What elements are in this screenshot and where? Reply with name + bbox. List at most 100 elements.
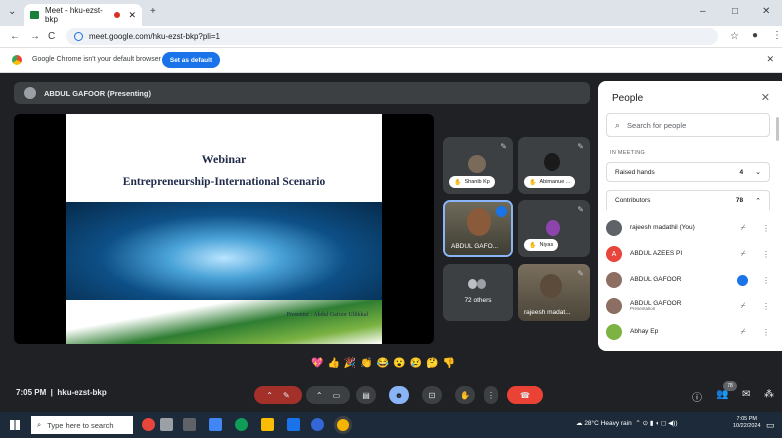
file-explorer-icon[interactable] [261,418,274,431]
reaction-emoji-6[interactable]: 😢 [410,358,422,372]
close-window-icon[interactable]: ✕ [762,6,770,17]
presenting-label: ABDUL GAFOOR (Presenting) [44,88,151,98]
tab-meet[interactable]: Meet - hku-ezst-bkp ✕ [24,4,142,26]
windows-taskbar: ⌕ Type here to search ☁ 28°C Heavy rain … [0,412,782,438]
participant-row[interactable]: A ABDUL AZEES PI ⌿ ⋮ [606,242,770,266]
present-button[interactable]: ⊡ [422,386,442,404]
bookmark-star-icon[interactable]: ☆ [730,31,739,42]
infobar-close-icon[interactable]: ✕ [766,54,774,65]
others-tile[interactable]: 72 others [443,264,513,321]
participant-row[interactable]: ABDUL GAFOOR Presentation ⌿ ⋮ [606,294,770,318]
participant-tile[interactable]: ✎ ✋ Niyas [518,200,590,257]
avatar: A [606,246,622,262]
more-options-icon[interactable]: ⋮ [762,250,770,259]
forward-icon[interactable]: → [30,31,40,42]
close-panel-icon[interactable]: ✕ [761,91,770,104]
raised-hands-group[interactable]: Raised hands 4 ⌄ [606,162,770,182]
reaction-emoji-5[interactable]: 😮 [393,358,405,372]
reaction-emoji-2[interactable]: 🎉 [344,358,356,372]
search-placeholder: Search for people [627,120,687,130]
slide: Webinar Entrepreneurship-International S… [66,114,382,344]
tab-title: Meet - hku-ezst-bkp [45,6,103,24]
reaction-emoji-3[interactable]: 👏 [360,358,372,372]
chevron-up-icon: ⌃ [266,390,273,400]
app-icon[interactable] [311,418,324,431]
presentation-stage[interactable]: Webinar Entrepreneurship-International S… [14,114,434,344]
participant-name: ABDUL AZEES PI [630,250,683,258]
mail-icon[interactable] [287,418,300,431]
more-options-icon: ⋮ [487,390,495,400]
participant-row[interactable]: rajeesh madathil (You) ⌿ ⋮ [606,216,770,240]
notifications-icon[interactable]: ▭ [766,420,775,431]
chevron-down-icon: ⌄ [755,169,761,176]
participant-row[interactable]: ABDUL GAFOOR ⋮ [606,268,770,292]
reaction-emoji-8[interactable]: 👎 [443,358,455,372]
address-bar-row: ← → C meet.google.com/hku-ezst-bkp?pli=1… [0,26,782,48]
app-icon[interactable] [209,418,222,431]
avatar [540,274,562,298]
participant-tile[interactable]: ✎ ✋ Abimanue ... [518,137,590,194]
mic-toggle-button[interactable]: ⌃ ✎ [254,386,302,404]
info-icon[interactable]: ⓘ [692,389,702,404]
avatar [606,220,622,236]
taskbar-search-input[interactable]: ⌕ Type here to search [31,416,133,434]
more-options-button[interactable]: ⋮ [484,386,498,404]
meet-favicon-icon [30,11,39,19]
participant-tile[interactable]: ✎ ✋ Shanib Kp [443,137,513,194]
avatar [468,155,486,173]
more-options-icon[interactable]: ⋮ [762,276,770,285]
speaking-indicator-icon [737,274,748,286]
set-as-default-button[interactable]: Set as default [162,52,220,68]
chat-icon[interactable]: ✉ [742,389,750,400]
profile-icon[interactable]: ● [752,30,758,41]
emoji-button[interactable]: ☻ [389,386,409,404]
minimize-icon[interactable]: – [700,6,706,17]
edge-icon[interactable] [235,418,248,431]
reload-icon[interactable]: C [48,31,55,42]
windows-start-icon[interactable] [10,420,20,430]
task-view-icon[interactable] [183,418,196,431]
weather[interactable]: ☁ 28°C Heavy rain ⌃ ⊙ ▮ ◖ ◻ ◀)) [576,419,677,427]
name-pill: ✋ Niyas [524,239,559,251]
app-icon[interactable] [160,418,173,431]
slide-subtitle: Entrepreneurship-International Scenario [122,176,326,188]
meeting-time-code: 7:05 PM | hku-ezst-bkp [16,388,107,397]
raised-hand-icon: ✋ [529,179,537,186]
participant-tile-active[interactable]: ABDUL GAFO... [443,200,513,257]
slide-presenter: Presenter : Abdul Gafoor Ullikkal [286,312,368,318]
close-tab-icon[interactable]: ✕ [128,10,136,21]
participant-name: ABDUL GAFOOR Presentation [630,300,736,312]
people-icon[interactable]: 👥 [716,389,728,400]
more-options-icon[interactable]: ⋮ [762,224,770,233]
url-input[interactable]: meet.google.com/hku-ezst-bkp?pli=1 [66,28,718,45]
recording-dot-icon [114,12,121,18]
more-options-icon[interactable]: ⋮ [762,302,770,311]
app-icon[interactable] [142,418,155,431]
leave-call-button[interactable]: ☎ [507,386,543,404]
more-options-icon[interactable]: ⋮ [762,328,770,337]
people-search-input[interactable]: ⌕ Search for people [606,113,770,137]
participant-row[interactable]: Abhay Ep ⌿ ⋮ [606,320,770,344]
reaction-emoji-4[interactable]: 😂 [377,358,389,372]
contributors-group[interactable]: Contributors 78 ⌃ [606,190,770,210]
activities-icon[interactable]: ⁂ [764,389,774,400]
new-tab-icon[interactable]: + [150,6,156,17]
back-icon[interactable]: ← [10,31,20,42]
reaction-emoji-0[interactable]: 💖 [311,358,323,372]
menu-icon[interactable]: ⋮ [772,30,782,41]
scrollbar[interactable] [776,117,779,141]
name-pill: ✋ Abimanue ... [524,176,576,188]
raised-hand-icon: ✋ [454,179,462,186]
maximize-icon[interactable]: □ [732,6,738,17]
reaction-emoji-1[interactable]: 👍 [327,358,339,372]
participant-tile[interactable]: ✎ rajeesh madat... [518,264,590,321]
camera-toggle-button[interactable]: ⌃ ▭ [306,386,350,404]
taskbar-search-placeholder: Type here to search [47,420,114,430]
chrome-taskbar-icon[interactable] [334,416,352,434]
captions-button[interactable]: ▤ [356,386,376,404]
reaction-emoji-7[interactable]: 🤔 [426,358,438,372]
raise-hand-button[interactable]: ✋ [455,386,475,404]
site-info-icon[interactable] [74,32,83,41]
taskbar-clock[interactable]: 7:05 PM 10/22/2024 [733,416,761,429]
tab-list-icon[interactable]: ⌄ [8,6,16,17]
